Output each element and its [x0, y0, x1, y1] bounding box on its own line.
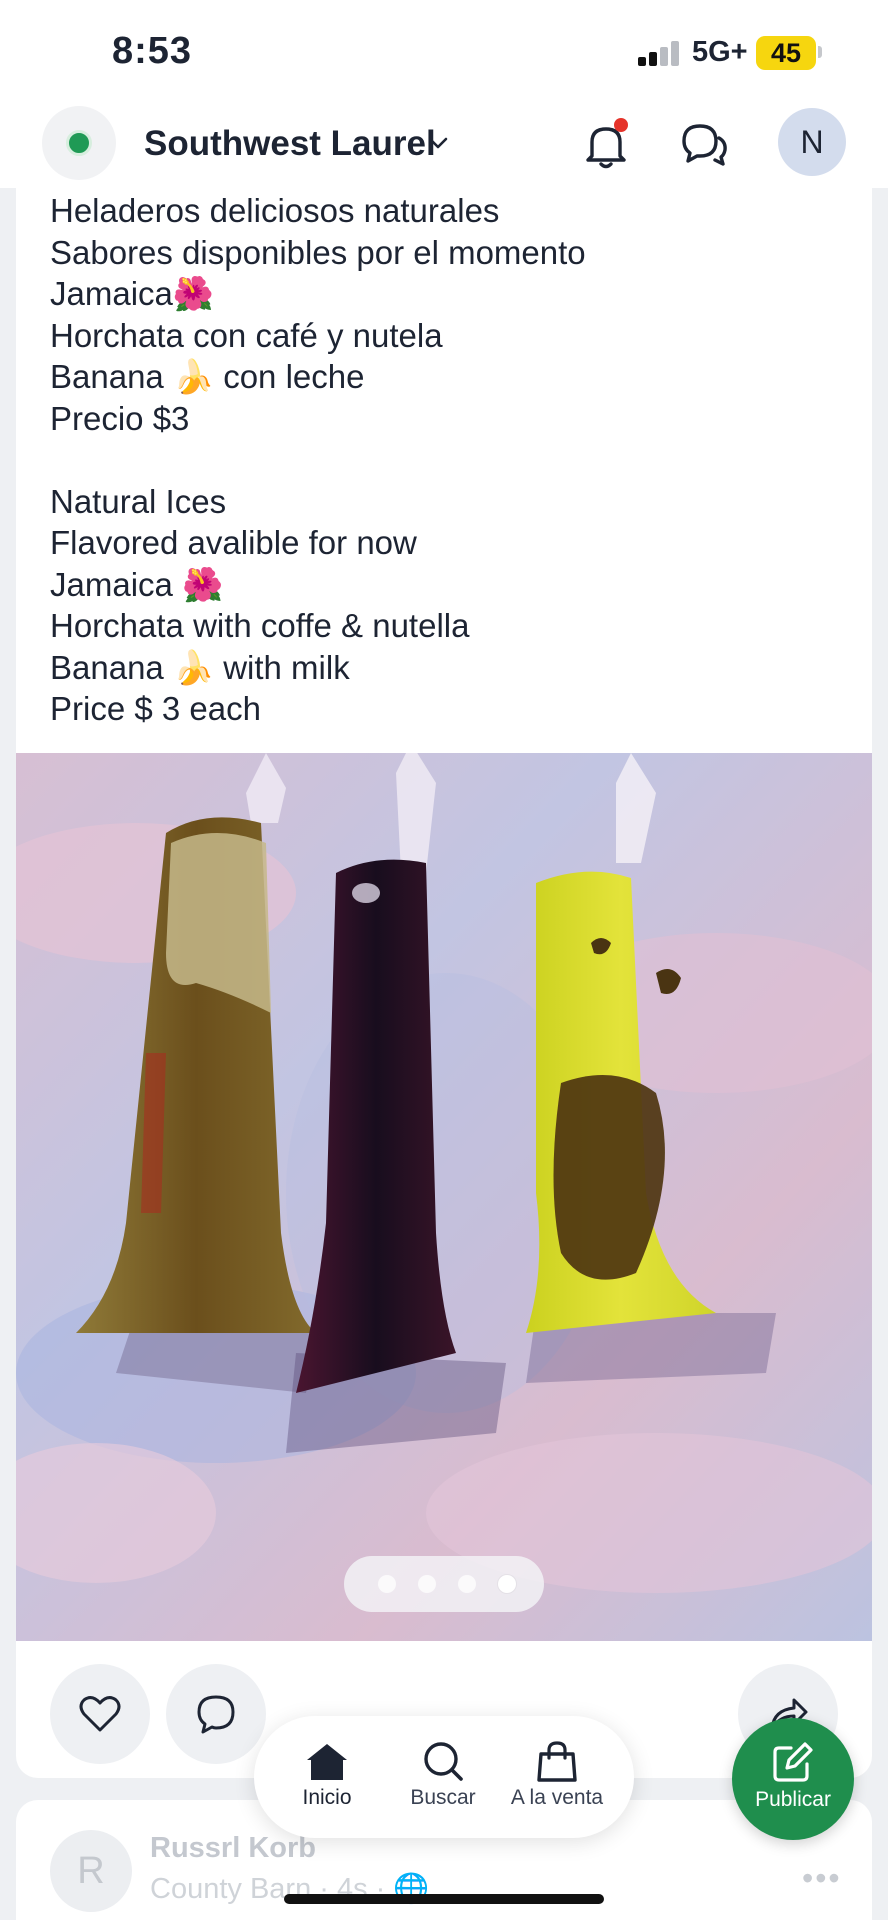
app-header: Southwest Laurel N	[0, 104, 888, 188]
bottom-nav: Inicio Buscar A la venta	[254, 1716, 634, 1838]
carousel-dot[interactable]	[418, 1575, 436, 1593]
publish-label: Publicar	[755, 1788, 831, 1811]
nav-label: A la venta	[510, 1786, 604, 1809]
edit-icon	[773, 1742, 813, 1782]
carousel-indicator[interactable]	[344, 1556, 544, 1612]
carousel-dot[interactable]	[458, 1575, 476, 1593]
post-line: Flavored avalible for now	[50, 524, 417, 561]
post-line: Jamaica🌺	[50, 275, 214, 312]
comment-button[interactable]	[166, 1664, 266, 1764]
status-bar: 8:53 5G+ 45	[0, 0, 888, 104]
home-icon	[307, 1744, 347, 1780]
nav-item-a-la-venta[interactable]: A la venta	[502, 1740, 612, 1824]
notification-badge	[614, 118, 628, 132]
nav-label: Buscar	[410, 1786, 476, 1809]
post-photo[interactable]	[16, 753, 872, 1641]
post-line: Price $ 3 each	[50, 690, 261, 727]
nav-label: Inicio	[302, 1786, 352, 1809]
network-type: 5G+	[692, 36, 748, 68]
location-badge[interactable]	[42, 106, 116, 180]
battery-nub	[818, 46, 822, 58]
post-line	[50, 439, 850, 481]
heart-icon	[79, 1696, 121, 1732]
post-line: Horchata con café y nutela	[50, 316, 443, 354]
search-icon	[424, 1742, 463, 1781]
like-button[interactable]	[50, 1664, 150, 1764]
carousel-dot[interactable]	[378, 1575, 396, 1593]
next-post-avatar[interactable]: R	[50, 1830, 132, 1912]
shopping-bag-icon	[537, 1741, 577, 1782]
signal-strength-icon	[638, 40, 682, 66]
location-selector[interactable]: Southwest Laurel	[144, 124, 436, 164]
carousel-dot-active[interactable]	[498, 1575, 516, 1593]
post-line: Jamaica 🌺	[50, 565, 224, 603]
nav-item-inicio[interactable]: Inicio	[272, 1740, 382, 1824]
chat-icon[interactable]	[676, 116, 732, 172]
post-line: Heladeros deliciosos naturales	[50, 192, 500, 229]
post-line: Precio $3	[50, 399, 190, 437]
home-indicator[interactable]	[284, 1894, 604, 1904]
nav-item-buscar[interactable]: Buscar	[388, 1740, 498, 1824]
publish-button[interactable]: Publicar	[732, 1718, 854, 1840]
post-line: Sabores disponibles por el momento	[50, 233, 586, 271]
next-post-author[interactable]: Russrl Korb	[150, 1832, 316, 1865]
post-line: Banana 🍌 with milk	[50, 648, 350, 686]
more-options-icon[interactable]: •••	[802, 1860, 842, 1897]
profile-avatar[interactable]: N	[778, 108, 846, 176]
post-line: Natural Ices	[50, 482, 227, 520]
post-body: Heladeros deliciosos naturales Sabores d…	[50, 190, 850, 730]
battery-icon: 45	[756, 36, 816, 70]
status-time: 8:53	[112, 30, 193, 72]
chevron-down-icon[interactable]	[428, 136, 448, 150]
post-line: Horchata with coffe & nutella	[50, 607, 470, 644]
post-line: Banana 🍌 con leche	[50, 358, 365, 395]
location-dot-icon	[66, 130, 92, 156]
ice-pops-photo	[16, 753, 872, 1641]
comment-icon	[197, 1695, 235, 1734]
